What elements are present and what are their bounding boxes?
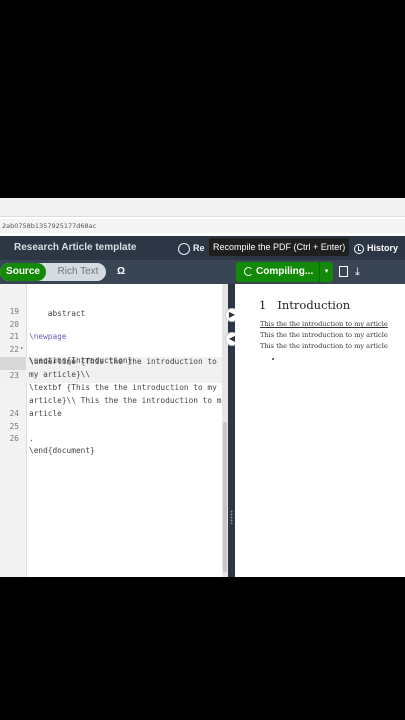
pdf-paragraph-line: This the the introduction to my article (260, 331, 388, 339)
refresh-icon (244, 266, 253, 276)
code-editor[interactable]: abstract 19 20 \newpage 21 ▾ \section{In… (0, 284, 228, 577)
code-line[interactable]: 26 \end{document} (0, 421, 95, 455)
line-number: 26 (9, 434, 19, 443)
line-text: \textbf {This the the introduction to my (29, 383, 217, 392)
section-title: Introduction (277, 298, 351, 312)
project-header: Research Article template Re Recompile t… (0, 236, 405, 260)
project-title[interactable]: Research Article template (14, 236, 136, 260)
pdf-paragraph-line: This the the introduction to my article (260, 320, 388, 328)
editor-scroll-thumb[interactable] (223, 422, 227, 572)
section-number: 1 (259, 298, 267, 312)
editor-toolbar: Source Rich Text Ω Compiling... ▾ ⤓ (0, 260, 405, 284)
rich-text-mode-button[interactable]: Rich Text (50, 263, 106, 281)
line-text: \newpage (29, 332, 67, 341)
review-label: Re (193, 243, 205, 253)
document-icon[interactable] (339, 266, 348, 277)
code-line[interactable]: 19 (0, 294, 28, 316)
code-line[interactable]: 25 . (0, 409, 34, 443)
line-text: my article}\\ (29, 370, 91, 379)
code-line[interactable]: 23 \textbf {This the the introduction to… (0, 358, 217, 392)
pdf-paragraph-line: This the the introduction to my article (260, 342, 388, 350)
source-mode-button[interactable]: Source (0, 263, 46, 281)
editor-mode-toggle: Source Rich Text (0, 263, 106, 281)
history-button[interactable]: History (354, 240, 398, 256)
address-text[interactable]: 2ab0758b1357925177d68ac (0, 219, 405, 233)
recompile-tooltip: Recompile the PDF (Ctrl + Enter) (209, 238, 350, 256)
compile-options-dropdown[interactable]: ▾ (319, 262, 333, 282)
line-text: article (29, 409, 62, 418)
line-text: \underline {This the the introduction to (29, 357, 217, 366)
code-line[interactable]: 21 ▾ \section{Introduction} (0, 319, 133, 365)
app-window: 2ab0758b1357925177d68ac Research Article… (0, 198, 405, 577)
recompile-button[interactable]: Compiling... (236, 262, 319, 282)
line-text: \end{document} (29, 446, 95, 455)
line-text: abstract (29, 309, 86, 318)
code-line[interactable]: 22 \underline {This the the introduction… (0, 332, 217, 366)
code-line[interactable]: 24 (0, 396, 28, 418)
pdf-period-mark (272, 358, 274, 360)
review-button[interactable]: Re (178, 240, 205, 256)
line-text: . (29, 434, 34, 443)
code-line[interactable]: article}\\ This the the introduction to … (0, 371, 226, 405)
history-icon (354, 243, 364, 254)
history-label: History (367, 243, 399, 253)
line-text: article}\\ This the the introduction to … (29, 396, 227, 405)
code-line[interactable]: my article}\\ (0, 345, 90, 379)
review-icon (178, 242, 190, 255)
browser-bar (0, 198, 405, 217)
resize-handle-icon[interactable] (230, 510, 233, 524)
download-icon[interactable]: ⤓ (355, 265, 360, 279)
pdf-preview[interactable]: 1 Introduction This the the introduction … (235, 284, 405, 577)
code-line[interactable]: 20 \newpage (0, 307, 67, 341)
symbol-palette-button[interactable]: Ω (117, 264, 125, 280)
pdf-section-heading: 1 Introduction (259, 298, 350, 312)
code-line[interactable]: article (0, 384, 62, 418)
compile-label: Compiling... (256, 266, 314, 277)
pane-divider[interactable] (228, 284, 235, 577)
